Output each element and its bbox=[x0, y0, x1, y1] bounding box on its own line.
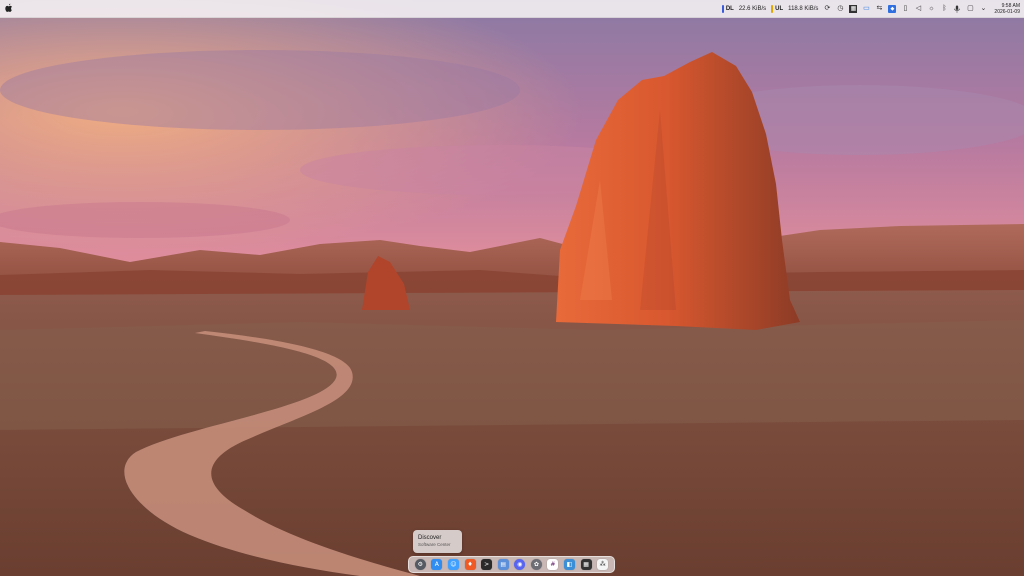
upload-color-mark bbox=[771, 4, 774, 13]
settings-icon[interactable]: ✿ bbox=[530, 559, 542, 570]
slack-icon[interactable]: # bbox=[547, 559, 559, 570]
discover-icon[interactable]: ⚙ bbox=[414, 559, 426, 570]
grid-apps-icon[interactable]: ⁂ bbox=[597, 559, 609, 570]
chat-icon[interactable]: ▢ bbox=[966, 5, 974, 13]
download-rate-indicator[interactable]: DL bbox=[721, 4, 734, 13]
finder-icon[interactable]: ☺ bbox=[447, 559, 459, 570]
clock-icon[interactable]: ◷ bbox=[836, 5, 844, 13]
bluetooth-icon[interactable]: ᛒ bbox=[940, 5, 948, 13]
screen-icon[interactable]: ▭ bbox=[862, 5, 870, 13]
tooltip-subtitle: Software Center bbox=[418, 542, 451, 547]
download-rate-value: 22.6 KiB/s bbox=[738, 5, 767, 12]
apple-menu-icon[interactable] bbox=[4, 2, 14, 14]
clock-date: 2026-01-09 bbox=[994, 8, 1020, 15]
app-badge-icon[interactable]: ◆ bbox=[888, 4, 897, 13]
app-store-icon[interactable]: A bbox=[431, 559, 443, 570]
clock[interactable]: 9:58 AM 2026-01-09 bbox=[994, 3, 1020, 15]
download-color-mark bbox=[721, 4, 724, 13]
grid-icon[interactable]: ▦ bbox=[849, 4, 858, 13]
desktop-wallpaper bbox=[0, 0, 1024, 576]
brightness-icon[interactable]: ☼ bbox=[927, 5, 935, 13]
clipboard-icon[interactable]: ▯ bbox=[901, 5, 909, 13]
dock-tooltip: Discover Software Center bbox=[413, 530, 462, 553]
menu-bar: DL 22.6 KiB/s UL 118.8 KiB/s ⟳ ◷ ▦ ▭ ⇆ ◆… bbox=[0, 0, 1024, 18]
files-icon[interactable]: ▤ bbox=[497, 559, 509, 570]
download-label: DL bbox=[725, 5, 734, 12]
screenshot-icon[interactable]: ◧ bbox=[563, 559, 575, 570]
sync-icon[interactable]: ⇆ bbox=[875, 5, 883, 13]
upload-label: UL bbox=[775, 5, 784, 12]
upload-rate-value: 118.8 KiB/s bbox=[788, 5, 819, 12]
upload-rate-indicator[interactable]: UL bbox=[771, 4, 784, 13]
microphone-icon[interactable] bbox=[953, 5, 961, 13]
discord-icon[interactable]: ◉ bbox=[514, 559, 526, 570]
tooltip-title: Discover bbox=[418, 535, 442, 541]
brave-browser-icon[interactable]: ♦ bbox=[464, 559, 476, 570]
chevron-down-icon[interactable]: ⌄ bbox=[979, 5, 987, 13]
terminal-icon[interactable]: > bbox=[481, 559, 493, 570]
refresh-icon[interactable]: ⟳ bbox=[823, 5, 831, 13]
calculator-icon[interactable]: ▦ bbox=[580, 559, 592, 570]
menu-bar-tray: DL 22.6 KiB/s UL 118.8 KiB/s ⟳ ◷ ▦ ▭ ⇆ ◆… bbox=[721, 0, 1020, 17]
dock: ⚙ A ☺ ♦ > ▤ ◉ ✿ # ◧ ▦ ⁂ bbox=[408, 556, 615, 573]
volume-icon[interactable]: ◁ bbox=[914, 5, 922, 13]
